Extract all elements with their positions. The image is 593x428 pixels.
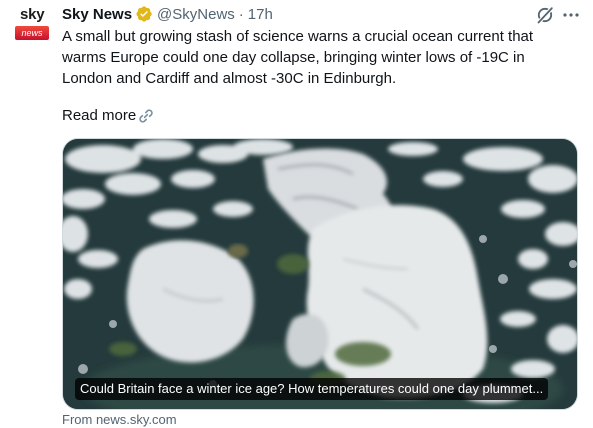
tweet-text: A small but growing stash of science war… <box>62 28 534 87</box>
verified-badge-icon[interactable] <box>135 5 153 23</box>
author-handle[interactable]: @SkyNews <box>157 6 235 23</box>
more-icon[interactable] <box>561 5 581 25</box>
grok-icon[interactable] <box>535 5 555 25</box>
read-more-label[interactable]: Read more <box>62 106 136 126</box>
link-card[interactable]: Could Britain face a winter ice age? How… <box>62 138 578 410</box>
timestamp[interactable]: 17h <box>248 6 273 23</box>
sky-logo-text: sky <box>20 6 45 23</box>
satellite-image[interactable] <box>63 139 578 410</box>
author-name[interactable]: Sky News <box>62 6 132 23</box>
card-source[interactable]: From news.sky.com <box>62 412 177 428</box>
tweet-header: Sky News @SkyNews · 17h <box>62 4 273 24</box>
news-logo-badge: news <box>15 26 49 40</box>
card-caption[interactable]: Could Britain face a winter ice age? How… <box>75 378 549 400</box>
link-icon <box>137 107 155 125</box>
tweet[interactable]: sky news Sky News @SkyNews · 17h A small… <box>0 0 593 427</box>
separator-dot: · <box>238 5 244 23</box>
avatar[interactable]: sky news <box>12 4 52 44</box>
read-more-link[interactable]: Read more <box>62 106 155 126</box>
